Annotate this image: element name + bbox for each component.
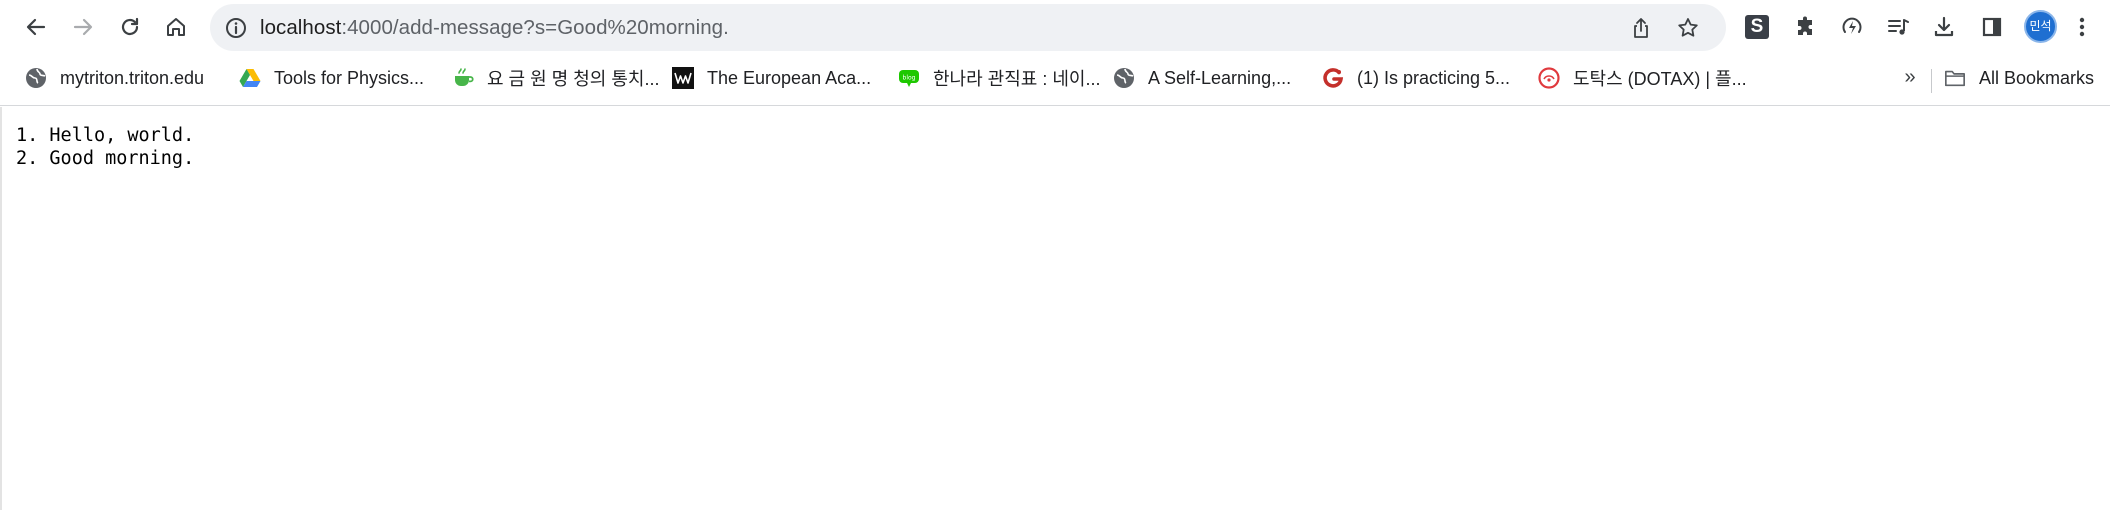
home-icon — [164, 15, 188, 39]
red-g-icon — [1322, 67, 1344, 89]
more-icon — [2078, 15, 2086, 39]
home-button[interactable] — [158, 9, 194, 45]
message-item: 1. Hello, world. — [16, 125, 195, 146]
back-button[interactable] — [18, 9, 54, 45]
profile-avatar[interactable]: 민석 — [2024, 10, 2057, 43]
url-path: :4000/add-message?s=Good%20morning. — [341, 16, 729, 39]
download-icon — [1932, 15, 1956, 39]
w-logo-icon — [672, 67, 694, 89]
bookmark-yogeum[interactable]: 요 금 원 명 청의 통치... — [452, 63, 660, 93]
reading-list-icon — [1886, 15, 1910, 39]
bookmark-european-academy[interactable]: The European Aca... — [672, 63, 871, 93]
browser-window: localhost:4000/add-message?s=Good%20morn… — [0, 0, 2110, 510]
url-host: localhost — [260, 16, 342, 39]
puzzle-icon — [1794, 15, 1818, 39]
browser-toolbar: localhost:4000/add-message?s=Good%20morn… — [0, 0, 2110, 55]
globe-icon — [25, 67, 47, 89]
info-icon[interactable] — [224, 16, 248, 40]
back-icon — [24, 15, 48, 39]
page-content: 1. Hello, world. 2. Good morning. — [0, 107, 2110, 510]
folder-icon — [1944, 67, 1966, 89]
forward-icon — [71, 15, 95, 39]
bookmark-hannara[interactable]: blog 한나라 관직표 : 네이... — [898, 63, 1101, 93]
side-panel-icon — [1980, 15, 2004, 39]
globe-icon — [1113, 67, 1135, 89]
star-icon[interactable] — [1675, 15, 1701, 41]
performance-icon — [1840, 15, 1864, 39]
downloads-button[interactable] — [1926, 9, 1962, 45]
forward-button[interactable] — [65, 9, 101, 45]
bookmark-mytriton[interactable]: mytriton.triton.edu — [25, 63, 204, 93]
extensions-button[interactable] — [1788, 9, 1824, 45]
bookmark-label: The European Aca... — [707, 67, 872, 88]
reload-icon — [118, 15, 142, 39]
cup-icon — [452, 67, 474, 89]
bookmark-dotax[interactable]: 도탁스 (DOTAX) | 플... — [1538, 63, 1747, 93]
menu-button[interactable] — [2068, 9, 2096, 45]
all-bookmarks-button[interactable]: All Bookmarks — [1944, 63, 2094, 93]
bookmark-self-learning[interactable]: A Self-Learning,... — [1113, 63, 1291, 93]
bookmark-label: (1) Is practicing 5... — [1357, 67, 1511, 88]
bookmark-label: 한나라 관직표 : 네이... — [933, 69, 1101, 89]
bookmark-is-practicing[interactable]: (1) Is practicing 5... — [1322, 63, 1510, 93]
bookmark-label: mytriton.triton.edu — [60, 67, 205, 88]
svg-text:blog: blog — [903, 75, 916, 82]
message-item: 2. Good morning. — [16, 148, 195, 169]
bookmark-label: 요 금 원 명 청의 통치... — [487, 69, 660, 89]
performance-button[interactable] — [1834, 9, 1870, 45]
extension-s-icon[interactable]: S — [1745, 15, 1769, 39]
side-panel-button[interactable] — [1974, 9, 2010, 45]
bookmark-label: A Self-Learning,... — [1148, 67, 1292, 88]
url-text[interactable]: localhost:4000/add-message?s=Good%20morn… — [260, 15, 729, 41]
bookmarks-overflow-button[interactable]: » — [1900, 63, 1920, 93]
bookmarks-bar: mytriton.triton.edu Tools for Physics...… — [0, 55, 2110, 106]
naver-blog-icon: blog — [898, 67, 920, 89]
dotax-icon — [1538, 67, 1560, 89]
address-bar[interactable]: localhost:4000/add-message?s=Good%20morn… — [210, 4, 1726, 51]
bookmarks-divider — [1931, 69, 1932, 93]
message-list: 1. Hello, world. 2. Good morning. — [16, 124, 194, 170]
reload-button[interactable] — [112, 9, 148, 45]
bookmark-tools-for-physics[interactable]: Tools for Physics... — [239, 63, 424, 93]
bookmark-label: Tools for Physics... — [274, 67, 425, 88]
bookmark-label: 도탁스 (DOTAX) | 플... — [1573, 69, 1747, 89]
google-drive-icon — [239, 67, 261, 89]
reading-list-button[interactable] — [1880, 9, 1916, 45]
all-bookmarks-label: All Bookmarks — [1979, 67, 2095, 88]
share-icon[interactable] — [1628, 15, 1654, 41]
